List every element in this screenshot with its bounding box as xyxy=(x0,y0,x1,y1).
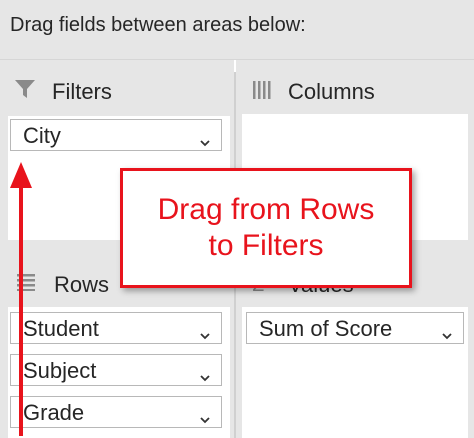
field-sum-of-score[interactable]: Sum of Score xyxy=(246,312,464,344)
filters-title: Filters xyxy=(52,79,112,104)
header-instruction: Drag fields between areas below: xyxy=(10,14,306,36)
chevron-down-icon[interactable] xyxy=(199,322,211,340)
field-city-label: City xyxy=(23,123,61,148)
chevron-down-icon[interactable] xyxy=(199,406,211,424)
field-subject[interactable]: Subject xyxy=(10,354,222,386)
filter-icon xyxy=(14,78,36,105)
callout-line-2: to Filters xyxy=(208,229,324,262)
columns-title: Columns xyxy=(288,79,375,104)
rows-title: Rows xyxy=(54,272,110,297)
chevron-down-icon[interactable] xyxy=(199,129,211,147)
field-sum-of-score-label: Sum of Score xyxy=(259,316,393,341)
chevron-down-icon[interactable] xyxy=(199,364,211,382)
field-grade[interactable]: Grade xyxy=(10,396,222,428)
annotation-callout: Drag from Rows to Filters xyxy=(120,168,412,288)
chevron-down-icon[interactable] xyxy=(441,322,453,340)
field-city[interactable]: City xyxy=(10,119,222,151)
drag-arrow-annotation xyxy=(10,162,32,436)
callout-line-1: Drag from Rows xyxy=(157,193,375,226)
field-list-header: Drag fields between areas below: xyxy=(0,0,474,60)
field-student[interactable]: Student xyxy=(10,312,222,344)
columns-icon xyxy=(252,80,272,105)
